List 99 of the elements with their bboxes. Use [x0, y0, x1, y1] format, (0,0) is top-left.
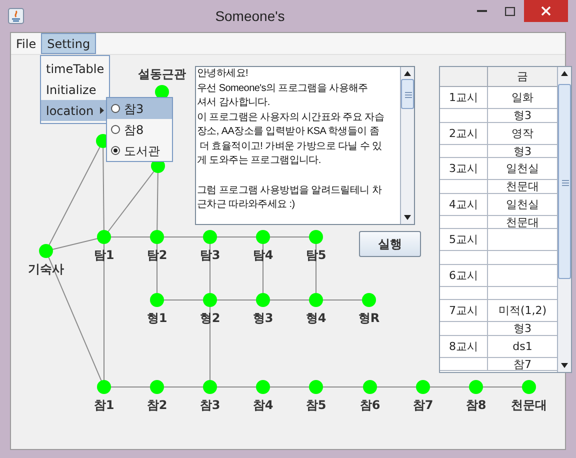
table-cell-text: 일천실	[505, 161, 540, 177]
table-cell: 2교시	[440, 122, 488, 144]
table-cell-text: 일화	[510, 90, 534, 106]
radio-menu-item[interactable]: 참3	[107, 98, 172, 119]
text-line: 안녕하세요!	[197, 67, 248, 81]
radio-menu-item[interactable]: 참8	[107, 119, 172, 140]
station-node[interactable]	[363, 380, 377, 394]
station-node[interactable]	[203, 230, 217, 244]
station-label: 참8	[466, 398, 486, 412]
station-label: 형2	[200, 311, 220, 325]
menu-item[interactable]: location	[41, 100, 109, 121]
radio-icon	[111, 146, 120, 155]
table-cell: 4교시	[440, 194, 488, 214]
station-node[interactable]	[309, 230, 323, 244]
station-node[interactable]	[150, 293, 164, 307]
table-cell-text: 미적(1,2)	[497, 303, 548, 319]
station-label: 형4	[306, 311, 326, 325]
menu-bar-item[interactable]: File	[11, 33, 42, 54]
close-icon	[541, 6, 551, 16]
text-line: 이 프로그램은 사용자의 시간표와 주요 자습	[197, 110, 384, 124]
submenu-arrow-icon	[100, 107, 104, 114]
station-node[interactable]	[469, 380, 483, 394]
window-title: Someone's	[215, 8, 285, 24]
menu-item[interactable]: timeTable	[41, 58, 109, 79]
text-area[interactable]: 안녕하세요! 우선 Someone's의 프로그램을 사용해주 셔서 감사합니다. 이 프로그램은 사용자의 시간표와 주요 자습 장소, AA장소를 입력받아 KSA 학생들이 좀 더 효율적이고! 가벼운 가방으로 다닐 수 있 게 도와주는 프로그램입니다. 그럼 프로그램 사용방법을 알려드릴테니 차 근차근 따라와주세요 :)	[195, 66, 415, 225]
table-cell-text: 일천실	[505, 196, 540, 212]
station-label: 참2	[146, 398, 168, 412]
scroll-up-icon[interactable]	[561, 71, 568, 76]
table-cell-text: ds1	[512, 338, 534, 354]
grip-icon	[562, 180, 569, 186]
menu-bar-item[interactable]: Setting	[41, 33, 96, 54]
run-button[interactable]: 실행	[359, 231, 421, 257]
station-label: 형3	[252, 311, 274, 325]
station-label: 설동근관	[138, 67, 186, 81]
station-node[interactable]	[39, 244, 53, 258]
maximize-icon	[505, 6, 515, 16]
table-cell-text: 형3	[512, 144, 532, 157]
station-node[interactable]	[150, 230, 164, 244]
table-cell: 3교시	[440, 158, 488, 179]
station-label: 참1	[94, 398, 114, 412]
text-line: 그럼 프로그램 사용방법을 알려드릴테니 차	[197, 184, 382, 198]
text-line: 근차근 따라와주세요 :)	[197, 198, 295, 212]
radio-icon	[111, 125, 120, 134]
station-label: 탐2	[146, 248, 168, 262]
station-node[interactable]	[203, 380, 217, 394]
scroll-down-icon[interactable]	[404, 215, 411, 220]
station-label: 탐3	[200, 248, 220, 262]
station-label: 참5	[306, 398, 326, 412]
station-label: 형1	[146, 311, 168, 325]
table-cell-text: 참7	[512, 358, 532, 370]
station-node[interactable]	[256, 293, 270, 307]
station-label: 천문대	[511, 398, 547, 412]
station-node[interactable]	[522, 380, 536, 394]
station-node[interactable]	[309, 293, 323, 307]
station-node[interactable]	[256, 380, 270, 394]
grip-icon	[405, 92, 412, 98]
radio-menu-item[interactable]: 도서관	[107, 140, 172, 161]
station-label: 탐5	[306, 248, 326, 262]
table-cell: 5교시	[440, 229, 488, 250]
text-line: 장소, AA장소를 입력받아 KSA 학생들이 좀	[197, 125, 379, 139]
station-node[interactable]	[150, 380, 164, 394]
station-node[interactable]	[362, 293, 376, 307]
table-cell-text: 천문대	[505, 216, 540, 228]
station-label: 참7	[412, 398, 434, 412]
station-label: 참3	[200, 398, 220, 412]
text-line: 셔서 감사합니다.	[197, 96, 270, 110]
table-cell: 7교시	[440, 300, 488, 321]
station-node[interactable]	[309, 380, 323, 394]
table-cell-text: 형3	[512, 109, 532, 122]
station-node[interactable]	[97, 380, 111, 394]
radio-icon	[111, 104, 120, 113]
scrollbar[interactable]	[400, 67, 414, 224]
table-cell: 8교시	[440, 336, 488, 356]
scroll-up-icon[interactable]	[404, 71, 411, 76]
minimize-icon	[477, 10, 487, 12]
table-cell-text: 형3	[512, 322, 532, 334]
close-button[interactable]	[524, 0, 568, 22]
station-label: 참6	[360, 398, 380, 412]
station-label: 기숙사	[28, 262, 64, 276]
scrollbar[interactable]	[557, 67, 571, 372]
app-icon	[8, 8, 24, 24]
station-node[interactable]	[203, 293, 217, 307]
table-cell-text: 천문대	[505, 180, 540, 192]
station-label: 참4	[252, 398, 274, 412]
station-label: 형R	[358, 311, 380, 325]
text-line: 게 도와주는 프로그램입니다.	[197, 154, 321, 168]
table-cell: 6교시	[440, 264, 488, 286]
station-node[interactable]	[97, 230, 111, 244]
table-cell: 1교시	[440, 87, 488, 108]
station-node[interactable]	[416, 380, 430, 394]
scroll-down-icon[interactable]	[561, 363, 568, 368]
table-cell-text: 영작	[510, 126, 534, 142]
station-node[interactable]	[155, 85, 169, 99]
station-label: 탐1	[94, 248, 114, 262]
station-label: 탐4	[252, 248, 274, 262]
station-node[interactable]	[256, 230, 270, 244]
text-line: 더 효율적이고! 가벼운 가방으로 다닐 수 있	[198, 140, 382, 154]
menu-item[interactable]: Initialize	[41, 79, 109, 100]
text-line: 우선 Someone's의 프로그램을 사용해주	[197, 82, 368, 96]
